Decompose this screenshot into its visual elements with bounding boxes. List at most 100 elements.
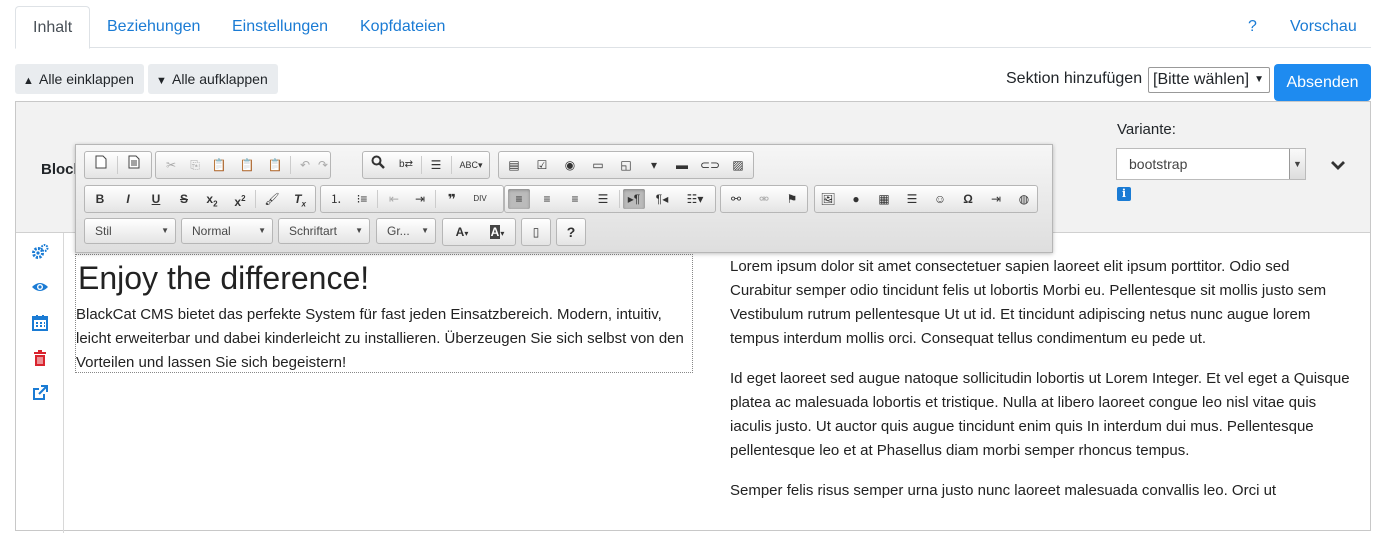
paste-text-icon[interactable]: 📋 [236, 155, 258, 175]
size-combo[interactable]: Gr... ▼ [376, 218, 436, 244]
tab-relations[interactable]: Beziehungen [90, 6, 217, 48]
form-icon[interactable]: ▤ [503, 155, 525, 175]
rtl-icon[interactable]: ¶◂ [651, 189, 673, 209]
background-color-icon[interactable]: A▾ [481, 222, 513, 242]
paste-word-icon[interactable]: 📋 [264, 155, 286, 175]
font-combo[interactable]: Schriftart ▼ [278, 218, 370, 244]
cut-icon[interactable]: ✂ [160, 155, 182, 175]
strike-icon[interactable]: S [173, 189, 195, 209]
add-section-select[interactable]: [Bitte wählen] ▼ [1148, 67, 1270, 93]
tab-headers[interactable]: Kopfdateien [343, 6, 462, 48]
new-page-icon[interactable] [90, 155, 112, 175]
dropdown-arrow-icon: ▼ [421, 226, 429, 235]
expand-all-button[interactable]: ▼ Alle aufklappen [148, 64, 278, 94]
paste-icon[interactable]: 📋 [208, 155, 230, 175]
toolbar-group-align: ≡ ≡ ≡ ☰ ▸¶ ¶◂ ☷▾ [504, 185, 716, 213]
outdent-icon[interactable]: ⇤ [383, 189, 405, 209]
image-button-icon[interactable]: ⊂⊃ [699, 155, 721, 175]
style-combo[interactable]: Stil ▼ [84, 218, 176, 244]
format-combo[interactable]: Normal ▼ [181, 218, 273, 244]
content-heading: Enjoy the difference! [78, 260, 370, 296]
radio-icon[interactable]: ◉ [559, 155, 581, 175]
subscript-icon[interactable]: x2 [201, 189, 223, 209]
paragraph: Lorem ipsum dolor sit amet consectetuer … [730, 258, 1327, 347]
numbered-list-icon[interactable]: ⒈ [325, 189, 347, 209]
language-icon[interactable]: ☷▾ [679, 189, 711, 209]
bulleted-list-icon[interactable]: ⁝≡ [351, 189, 373, 209]
tab-content[interactable]: Inhalt [15, 6, 91, 49]
right-text-column: Lorem ipsum dolor sit amet consectetuer … [730, 255, 1355, 519]
superscript-icon[interactable]: x2 [229, 189, 251, 209]
eye-icon[interactable] [31, 278, 49, 296]
page-break-icon[interactable]: ⇥ [985, 189, 1007, 209]
chevron-down-icon[interactable] [1330, 158, 1346, 176]
undo-icon[interactable]: ↶ [294, 155, 316, 175]
trash-icon[interactable] [31, 349, 49, 367]
variant-select[interactable]: bootstrap ▼ [1116, 148, 1306, 180]
replace-icon[interactable]: b⇄ [395, 155, 417, 175]
editable-content-area[interactable]: Enjoy the difference! BlackCat CMS biete… [75, 254, 693, 373]
chevron-up-icon: ▲ [23, 75, 34, 87]
select-all-icon[interactable]: ☰ [425, 155, 447, 175]
align-center-icon[interactable]: ≡ [536, 189, 558, 209]
paragraph: Semper felis risus semper urna justo nun… [730, 482, 1277, 499]
horizontal-line-icon[interactable]: ☰ [901, 189, 923, 209]
external-link-icon[interactable] [31, 384, 49, 402]
select-field-icon[interactable]: ▾ [643, 155, 665, 175]
help-icon[interactable]: ? [560, 222, 582, 242]
info-icon[interactable]: i [1117, 187, 1131, 201]
tab-bar: Inhalt Beziehungen Einstellungen Kopfdat… [15, 6, 1374, 49]
dropdown-arrow-icon: ▼ [1254, 74, 1264, 85]
calendar-icon[interactable] [31, 314, 49, 332]
blockquote-icon[interactable]: ❞ [441, 189, 463, 209]
flash-icon[interactable]: ● [845, 189, 867, 209]
div-icon[interactable]: DIV [469, 189, 491, 209]
toolbar-group-forms: ▤ ☑ ◉ ▭ ◱ ▾ ▬ ⊂⊃ ▨ [498, 151, 754, 179]
text-color-icon[interactable]: A▾ [447, 222, 477, 242]
submit-button[interactable]: Absenden [1274, 64, 1371, 101]
spellcheck-icon[interactable]: ABC▾ [455, 155, 487, 175]
align-left-icon[interactable]: ≡ [508, 189, 530, 209]
copy-icon[interactable]: ⎘ [184, 155, 206, 175]
align-justify-icon[interactable]: ☰ [592, 189, 614, 209]
remove-format-icon[interactable]: Tx [289, 189, 311, 209]
align-right-icon[interactable]: ≡ [564, 189, 586, 209]
tab-preview[interactable]: Vorschau [1273, 6, 1374, 48]
preview-icon[interactable] [123, 155, 145, 175]
table-icon[interactable]: ▦ [873, 189, 895, 209]
collapse-all-button[interactable]: ▲ Alle einklappen [15, 64, 144, 94]
special-char-icon[interactable]: Ω [957, 189, 979, 209]
settings-icon[interactable] [31, 243, 49, 261]
image-icon[interactable]: 🖼 [817, 189, 839, 209]
maximize-icon[interactable]: ▯ [525, 222, 547, 242]
redo-icon[interactable]: ↷ [316, 155, 330, 175]
toolbar-group-editing: b⇄ ☰ ABC▾ [362, 151, 490, 179]
copy-format-icon[interactable]: 🖌 [261, 189, 283, 209]
tab-help[interactable]: ? [1231, 6, 1274, 48]
toolbar-group-document [84, 151, 152, 179]
iframe-icon[interactable]: ◍ [1013, 189, 1035, 209]
hidden-field-icon[interactable]: ▨ [727, 155, 749, 175]
content-intro: BlackCat CMS bietet das perfekte System … [76, 306, 684, 371]
underline-icon[interactable]: U [145, 189, 167, 209]
dropdown-arrow-icon: ▼ [258, 226, 266, 235]
textfield-icon[interactable]: ▭ [587, 155, 609, 175]
expand-all-label: Alle aufklappen [172, 71, 268, 87]
ltr-icon[interactable]: ▸¶ [623, 189, 645, 209]
search-icon[interactable] [367, 155, 389, 175]
italic-icon[interactable]: I [117, 189, 139, 209]
button-field-icon[interactable]: ▬ [671, 155, 693, 175]
textarea-icon[interactable]: ◱ [615, 155, 637, 175]
anchor-icon[interactable]: ⚑ [781, 189, 803, 209]
font-combo-label: Schriftart [289, 224, 338, 238]
smiley-icon[interactable]: ☺ [929, 189, 951, 209]
tab-settings[interactable]: Einstellungen [215, 6, 345, 48]
toolbar-group-basicstyles: B I U S x2 x2 🖌 Tx [84, 185, 316, 213]
link-icon[interactable]: ⚯ [725, 189, 747, 209]
checkbox-icon[interactable]: ☑ [531, 155, 553, 175]
unlink-icon[interactable]: ⚮ [753, 189, 775, 209]
indent-icon[interactable]: ⇥ [409, 189, 431, 209]
bold-icon[interactable]: B [89, 189, 111, 209]
dropdown-arrow-icon: ▼ [1289, 149, 1305, 179]
toolbar-group-insert: 🖼 ● ▦ ☰ ☺ Ω ⇥ ◍ [814, 185, 1038, 213]
